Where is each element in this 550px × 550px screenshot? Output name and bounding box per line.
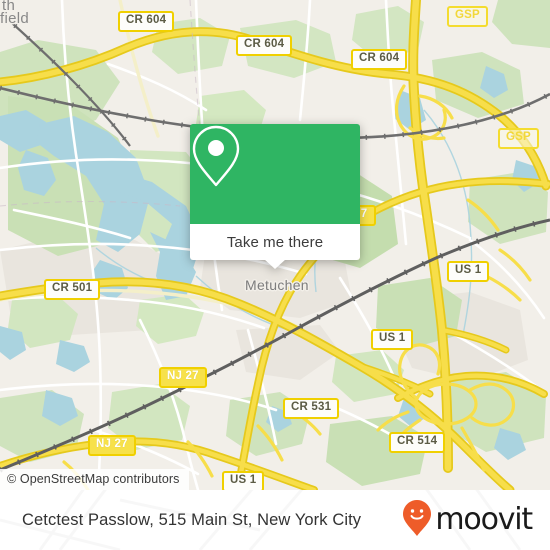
- shield-gsp-b[interactable]: GSP: [498, 128, 539, 149]
- shield-cr-531[interactable]: CR 531: [283, 398, 340, 419]
- osm-attribution[interactable]: © OpenStreetMap contributors: [0, 469, 189, 490]
- popup-footer[interactable]: Take me there: [190, 224, 360, 269]
- location-title: Cetctest Passlow, 515 Main St, New York …: [22, 510, 362, 529]
- moovit-smiling-pin-icon: [402, 499, 432, 542]
- shield-cr-604-c[interactable]: CR 604: [351, 49, 408, 70]
- shield-nj-27-b[interactable]: NJ 27: [88, 435, 136, 456]
- shield-us-1-c[interactable]: US 1: [222, 471, 265, 490]
- shield-us-1-b[interactable]: US 1: [371, 329, 414, 350]
- map-canvas[interactable]: th field Metuchen CR 604 CR 604 CR 604 G…: [0, 0, 550, 490]
- location-popup-card[interactable]: Take me there: [190, 124, 360, 269]
- shield-us-1-a[interactable]: US 1: [447, 261, 490, 282]
- popup-tail-pointer: [264, 259, 286, 269]
- shield-gsp-a[interactable]: GSP: [447, 6, 488, 27]
- popup-header: [190, 124, 360, 224]
- shield-cr-501[interactable]: CR 501: [44, 279, 101, 300]
- moovit-logo[interactable]: moovit: [402, 499, 533, 542]
- moovit-wordmark: moovit: [435, 502, 533, 537]
- shield-cr-604-a[interactable]: CR 604: [118, 11, 175, 32]
- moovit-map-screenshot: th field Metuchen CR 604 CR 604 CR 604 G…: [0, 0, 550, 550]
- shield-cr-604-b[interactable]: CR 604: [236, 35, 293, 56]
- footer-bar: Cetctest Passlow, 515 Main St, New York …: [0, 490, 550, 550]
- shield-nj-27-a[interactable]: NJ 27: [159, 367, 207, 388]
- shield-cr-514[interactable]: CR 514: [389, 432, 446, 453]
- take-me-there-button[interactable]: Take me there: [227, 234, 323, 251]
